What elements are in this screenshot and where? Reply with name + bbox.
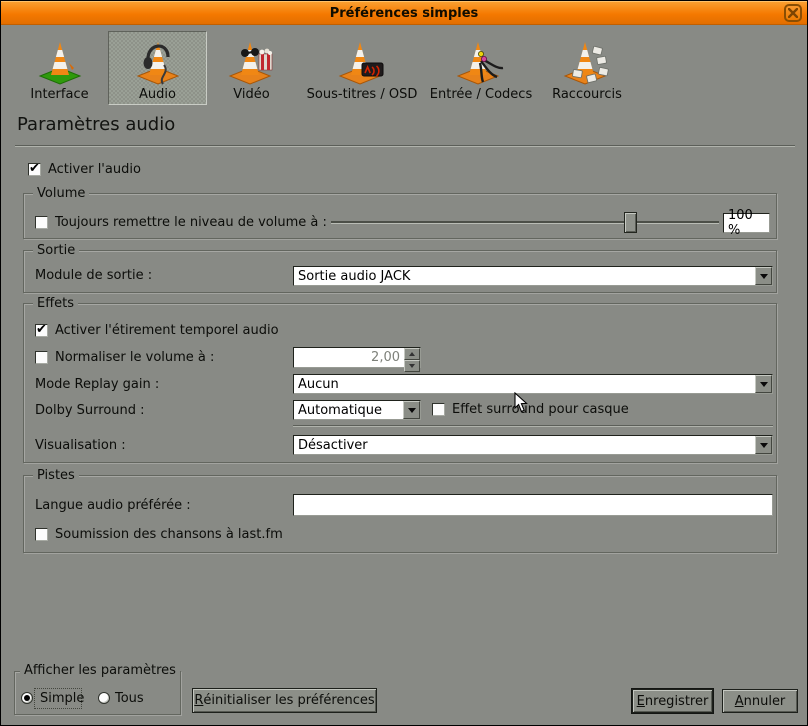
- tous-radio[interactable]: [98, 692, 110, 704]
- output-module-value: Sortie audio JACK: [298, 268, 411, 284]
- tab-subtitles-osd[interactable]: Sous-titres / OSD: [296, 31, 428, 105]
- simple-radio[interactable]: [21, 692, 33, 704]
- tab-label: Sous-titres / OSD: [306, 87, 418, 102]
- volume-group-legend: Volume: [33, 186, 90, 201]
- volume-slider[interactable]: [331, 212, 719, 233]
- tab-label: Entrée / Codecs: [429, 87, 533, 102]
- volume-value: 100 %: [728, 208, 753, 238]
- always-reset-volume-checkbox[interactable]: [35, 216, 48, 229]
- tous-radio-label[interactable]: Tous: [115, 691, 144, 706]
- tab-label: Interface: [30, 87, 89, 102]
- close-button[interactable]: [784, 4, 802, 22]
- normalize-volume-spinbox[interactable]: 2,00: [293, 347, 421, 372]
- tab-input-codecs[interactable]: Entrée / Codecs: [428, 31, 534, 105]
- volume-value-box[interactable]: 100 %: [723, 208, 770, 238]
- preferred-audio-language-input[interactable]: [293, 494, 773, 516]
- dolby-surround-label: Dolby Surround :: [35, 403, 145, 418]
- always-reset-volume-label: Toujours remettre le niveau de volume à …: [55, 215, 327, 230]
- headphone-surround-checkbox[interactable]: [432, 403, 445, 416]
- visualization-label: Visualisation :: [35, 438, 126, 453]
- visualization-select[interactable]: Désactiver: [293, 435, 773, 455]
- time-stretch-label: Activer l'étirement temporel audio: [55, 323, 279, 338]
- enable-audio-checkbox[interactable]: [28, 161, 41, 176]
- save-button[interactable]: Enregistrer: [632, 689, 713, 713]
- normalize-volume-checkbox[interactable]: [35, 351, 48, 364]
- effects-group-legend: Effets: [33, 296, 79, 311]
- reset-preferences-button[interactable]: Réinitialiser les préférences: [192, 688, 377, 713]
- close-icon: [788, 8, 798, 18]
- titlebar[interactable]: Préférences simples: [1, 1, 807, 25]
- enable-audio-label: Activer l'audio: [48, 162, 141, 177]
- volume-slider-handle[interactable]: [623, 212, 637, 233]
- vlc-cone-audio-icon: [134, 35, 182, 87]
- dolby-surround-value: Automatique: [298, 402, 383, 418]
- output-module-label: Module de sortie :: [35, 268, 153, 283]
- replay-gain-label: Mode Replay gain :: [35, 377, 160, 392]
- window-title: Préférences simples: [329, 5, 479, 21]
- chevron-down-icon[interactable]: [755, 375, 772, 393]
- mouse-cursor-icon: [514, 392, 528, 413]
- heading-separator: [15, 145, 795, 147]
- tracks-group-legend: Pistes: [33, 468, 79, 483]
- cancel-button[interactable]: Annuler: [722, 689, 798, 713]
- replay-gain-select[interactable]: Aucun: [293, 374, 773, 394]
- simple-radio-label[interactable]: Simple: [40, 691, 84, 706]
- effects-separator: [293, 425, 773, 427]
- vlc-cone-shortcuts-icon: [563, 35, 611, 87]
- visualization-value: Désactiver: [298, 437, 368, 453]
- vlc-cone-interface-icon: [36, 35, 84, 87]
- time-stretch-checkbox[interactable]: [35, 322, 48, 337]
- spin-up-icon[interactable]: [404, 348, 420, 360]
- preferences-toolbar: Interface Audio Vidéo Sous-titres / OSD …: [11, 31, 640, 105]
- tab-label: Audio: [139, 87, 176, 102]
- tab-label: Raccourcis: [552, 87, 622, 102]
- preferences-window: Préférences simples Interface Audio Vidé…: [0, 0, 808, 726]
- tab-label: Vidéo: [233, 87, 270, 102]
- tab-interface[interactable]: Interface: [11, 31, 108, 105]
- page-title: Paramètres audio: [17, 114, 176, 135]
- tab-audio[interactable]: Audio: [108, 31, 207, 105]
- vlc-cone-input-codecs-icon: [457, 35, 505, 87]
- show-settings-legend: Afficher les paramètres: [20, 663, 180, 678]
- vlc-cone-subtitles-icon: [338, 35, 386, 87]
- dolby-surround-select[interactable]: Automatique: [293, 400, 421, 420]
- normalize-volume-label: Normaliser le volume à :: [55, 350, 215, 365]
- chevron-down-icon[interactable]: [755, 436, 772, 454]
- lastfm-submit-label: Soumission des chansons à last.fm: [55, 527, 283, 542]
- normalize-volume-value: 2,00: [371, 350, 400, 365]
- preferred-audio-language-label: Langue audio préférée :: [35, 498, 191, 513]
- vlc-cone-video-icon: [228, 35, 276, 87]
- spin-down-icon[interactable]: [404, 360, 420, 372]
- headphone-surround-label: Effet surround pour casque: [452, 402, 629, 417]
- output-group-legend: Sortie: [33, 243, 80, 258]
- lastfm-submit-checkbox[interactable]: [35, 528, 48, 541]
- replay-gain-value: Aucun: [298, 376, 339, 392]
- tab-shortcuts[interactable]: Raccourcis: [534, 31, 640, 105]
- tab-video[interactable]: Vidéo: [207, 31, 296, 105]
- chevron-down-icon[interactable]: [755, 267, 772, 285]
- chevron-down-icon[interactable]: [403, 401, 420, 419]
- output-module-select[interactable]: Sortie audio JACK: [293, 266, 773, 286]
